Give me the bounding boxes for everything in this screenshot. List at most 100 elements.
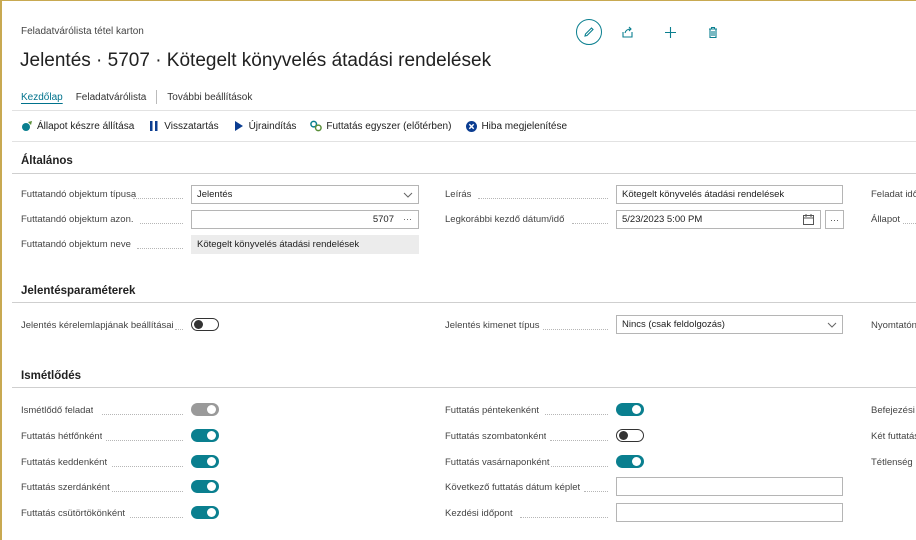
start-time-label: Kezdési időpont — [445, 508, 513, 519]
hold-label: Visszatartás — [164, 120, 219, 132]
leader-dots — [584, 491, 608, 492]
between-runs-label: Két futtatás — [871, 431, 916, 442]
leader-dots — [543, 329, 608, 330]
tabs-divider — [12, 110, 916, 111]
saturday-toggle[interactable] — [616, 429, 644, 442]
run-once-label: Futtatás egyszer (előtérben) — [326, 120, 452, 132]
delete-icon — [709, 26, 717, 38]
request-page-label: Jelentés kérelemlapjának beállításai — [21, 320, 174, 331]
section-general-line — [12, 173, 916, 174]
share-button[interactable] — [618, 23, 636, 41]
set-ready-label: Állapot készre állítása — [37, 120, 135, 132]
plus-icon — [664, 26, 676, 38]
leader-dots — [545, 414, 608, 415]
share-icon — [621, 26, 633, 38]
inactivity-label: Tétlenség id — [871, 457, 916, 468]
leader-dots — [520, 517, 608, 518]
saturday-label: Futtatás szombatonként — [445, 431, 547, 442]
object-name-label: Futtatandó objektum neve — [21, 239, 131, 250]
tab-more-options[interactable]: További beállítások — [167, 92, 252, 103]
object-name-value: Kötegelt könyvelés átadási rendelések — [197, 239, 360, 250]
lookup-ellipsis-icon[interactable]: ··· — [403, 214, 412, 224]
ready-status-icon — [21, 120, 33, 132]
tuesday-label: Futtatás keddenként — [21, 457, 108, 468]
leader-dots — [551, 466, 608, 467]
wednesday-toggle[interactable] — [191, 480, 219, 493]
leader-dots — [137, 248, 183, 249]
leader-dots — [572, 223, 608, 224]
leader-dots — [106, 440, 183, 441]
section-report-params-line — [12, 302, 916, 303]
object-id-label: Futtatandó objektum azon. — [21, 214, 134, 225]
output-type-value: Nincs (csak feldolgozás) — [622, 319, 725, 330]
output-type-label: Jelentés kimenet típus — [445, 320, 540, 331]
description-label: Leírás — [445, 189, 472, 200]
datetime-assist-button[interactable]: ··· — [825, 210, 844, 229]
run-once-button[interactable]: Futtatás egyszer (előtérben) — [310, 120, 451, 132]
request-page-toggle[interactable] — [191, 318, 219, 331]
restart-label: Újraindítás — [248, 120, 297, 132]
object-name-field: Kötegelt könyvelés átadási rendelések — [191, 235, 419, 254]
section-report-params-title: Jelentésparaméterek — [21, 285, 136, 297]
sunday-toggle[interactable] — [616, 455, 644, 468]
end-time-label: Befejezési i — [871, 405, 916, 416]
friday-label: Futtatás péntekenként — [445, 405, 540, 416]
leader-dots — [550, 440, 608, 441]
leader-dots — [112, 466, 183, 467]
thursday-toggle[interactable] — [191, 506, 219, 519]
show-error-button[interactable]: Hiba megjelenítése — [465, 120, 567, 132]
monday-label: Futtatás hétfőnként — [21, 431, 103, 442]
section-recurrence-line — [12, 387, 916, 388]
thursday-label: Futtatás csütörtökönként — [21, 508, 126, 519]
tuesday-toggle[interactable] — [191, 455, 219, 468]
restart-button[interactable]: Újraindítás — [233, 120, 297, 132]
recurring-label: Ismétlődő feladat — [21, 405, 94, 416]
earliest-start-value: 5/23/2023 5:00 PM — [622, 214, 703, 225]
next-run-formula-label: Következő futtatás dátum képlet — [445, 482, 581, 493]
play-icon — [233, 120, 245, 132]
calendar-icon[interactable] — [803, 214, 814, 225]
leader-dots — [133, 198, 183, 199]
next-run-formula-input[interactable] — [616, 477, 843, 496]
friday-toggle[interactable] — [616, 403, 644, 416]
edit-button[interactable] — [576, 19, 602, 45]
output-type-select[interactable]: Nincs (csak feldolgozás) — [616, 315, 843, 334]
edit-icon — [584, 27, 594, 37]
earliest-start-label: Legkorábbi kezdő dátum/idő — [445, 214, 565, 225]
chevron-down-icon — [827, 322, 837, 328]
printer-label: Nyomtatón — [871, 320, 916, 331]
run-once-icon — [310, 120, 323, 132]
tab-bar: Kezdőlap Feladatvárólista További beállí… — [21, 90, 252, 104]
earliest-start-input[interactable]: 5/23/2023 5:00 PM — [616, 210, 821, 229]
show-error-label: Hiba megjelenítése — [481, 120, 568, 132]
page-title: Jelentés · 5707 · Kötegelt könyvelés áta… — [20, 50, 492, 71]
sunday-label: Futtatás vasárnaponként — [445, 457, 550, 468]
description-value: Kötegelt könyvelés átadási rendelések — [622, 189, 785, 200]
object-type-select[interactable]: Jelentés — [191, 185, 419, 204]
tab-job-queue[interactable]: Feladatvárólista — [76, 92, 147, 103]
hold-button[interactable]: Visszatartás — [148, 120, 219, 132]
description-input[interactable]: Kötegelt könyvelés átadási rendelések — [616, 185, 843, 204]
monday-toggle[interactable] — [191, 429, 219, 442]
status-label: Állapot — [871, 214, 901, 225]
object-id-field[interactable]: 5707 ··· — [191, 210, 419, 229]
leader-dots — [102, 414, 183, 415]
recurring-toggle[interactable] — [191, 403, 219, 416]
task-time-label: Feladat idő — [871, 189, 916, 200]
chevron-down-icon — [403, 192, 413, 198]
action-bar: Állapot készre állítása Visszatartás Újr… — [21, 120, 581, 132]
wednesday-label: Futtatás szerdánként — [21, 482, 110, 493]
delete-button[interactable] — [704, 23, 722, 41]
actions-divider — [12, 141, 916, 142]
new-button[interactable] — [661, 23, 679, 41]
error-icon — [465, 120, 477, 132]
pause-icon — [148, 120, 160, 132]
leader-dots — [903, 223, 916, 224]
tab-home[interactable]: Kezdőlap — [21, 92, 63, 103]
section-general-title: Általános — [21, 155, 73, 167]
object-id-value: 5707 — [372, 214, 394, 225]
set-ready-button[interactable]: Állapot készre állítása — [21, 120, 134, 132]
start-time-input[interactable] — [616, 503, 843, 522]
page-caption: Feladatvárólista tétel karton — [21, 26, 144, 37]
leader-dots — [175, 329, 183, 330]
